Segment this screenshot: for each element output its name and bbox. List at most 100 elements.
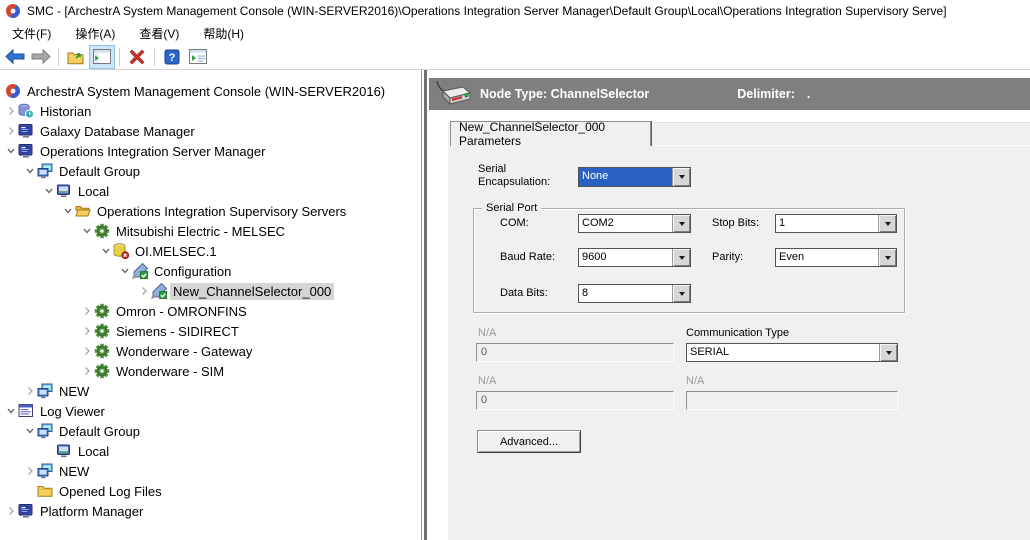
tree-item-label: NEW <box>56 463 92 480</box>
chevron-right-icon[interactable] <box>23 386 36 396</box>
tree-item-opened-log-files[interactable]: Opened Log Files <box>0 481 421 501</box>
arrow-left-icon <box>5 49 25 64</box>
monitor-icon <box>56 443 72 459</box>
tree-item-new-channelselector-000[interactable]: New_ChannelSelector_000 <box>0 281 421 301</box>
data-bits-label: Data Bits: <box>500 287 548 300</box>
config-check-icon <box>151 283 167 299</box>
monitor-app-icon <box>18 143 34 159</box>
tree-item-local[interactable]: Local <box>0 441 421 461</box>
delete-x-icon <box>129 49 145 65</box>
com-combobox[interactable]: COM2 <box>578 214 691 233</box>
toolbar: ? <box>0 44 1030 70</box>
na2-input: 0 <box>476 391 674 410</box>
tree-item-log-viewer[interactable]: Log Viewer <box>0 401 421 421</box>
baud-rate-combobox[interactable]: 9600 <box>578 248 691 267</box>
chevron-down-icon[interactable] <box>80 226 93 236</box>
tree-item-new[interactable]: NEW <box>0 461 421 481</box>
chevron-down-icon[interactable] <box>42 186 55 196</box>
menu-item-2[interactable]: 查看(V) <box>127 22 191 45</box>
forward-button[interactable] <box>28 45 54 69</box>
dropdown-arrow-icon[interactable] <box>878 249 896 266</box>
menu-item-3[interactable]: 帮助(H) <box>191 22 256 45</box>
dropdown-arrow-icon[interactable] <box>878 215 896 232</box>
gear-icon <box>94 303 110 319</box>
data-bits-combobox[interactable]: 8 <box>578 284 691 303</box>
chevron-right-icon[interactable] <box>4 506 17 516</box>
tree-item-siemens-sidirect[interactable]: Siemens - SIDIRECT <box>0 321 421 341</box>
stop-bits-value: 1 <box>776 215 878 232</box>
chevron-right-icon[interactable] <box>80 346 93 356</box>
dropdown-arrow-icon[interactable] <box>879 344 897 361</box>
tree-item-new[interactable]: NEW <box>0 381 421 401</box>
tree-item-label: New_ChannelSelector_000 <box>170 283 334 300</box>
delete-button[interactable] <box>124 45 150 69</box>
tree-item-local[interactable]: Local <box>0 181 421 201</box>
chevron-right-icon[interactable] <box>4 106 17 116</box>
chevron-down-icon[interactable] <box>61 206 74 216</box>
tab-parameters[interactable]: New_ChannelSelector_000 Parameters <box>450 121 651 146</box>
tree-item-label: Siemens - SIDIRECT <box>113 323 242 340</box>
tree-item-wonderware-gateway[interactable]: Wonderware - Gateway <box>0 341 421 361</box>
computer-group-icon <box>37 463 53 479</box>
dropdown-arrow-icon[interactable] <box>672 215 690 232</box>
chevron-down-icon[interactable] <box>4 146 17 156</box>
chevron-right-icon[interactable] <box>80 326 93 336</box>
tree-item-label: NEW <box>56 383 92 400</box>
tree-item-label: Galaxy Database Manager <box>37 123 198 140</box>
menu-item-1[interactable]: 操作(A) <box>63 22 127 45</box>
menu-item-0[interactable]: 文件(F) <box>0 22 63 45</box>
gear-icon <box>94 363 110 379</box>
tree-item-label: Historian <box>37 103 94 120</box>
communication-type-combobox[interactable]: SERIAL <box>686 343 898 362</box>
parity-combobox[interactable]: Even <box>775 248 897 267</box>
chevron-right-icon[interactable] <box>23 466 36 476</box>
tree-item-operations-integration-server-manager[interactable]: Operations Integration Server Manager <box>0 141 421 161</box>
tree-item-omron-omronfins[interactable]: Omron - OMRONFINS <box>0 301 421 321</box>
tree-item-configuration[interactable]: Configuration <box>0 261 421 281</box>
tree-item-mitsubishi-electric-melsec[interactable]: Mitsubishi Electric - MELSEC <box>0 221 421 241</box>
data-bits-value: 8 <box>579 285 672 302</box>
tree-item-operations-integration-supervisory-servers[interactable]: Operations Integration Supervisory Serve… <box>0 201 421 221</box>
help-button[interactable]: ? <box>159 45 185 69</box>
computer-group-icon <box>37 163 53 179</box>
monitor-app-icon <box>18 503 34 519</box>
tree-item-label: Operations Integration Supervisory Serve… <box>94 203 349 220</box>
tree-item-label: Wonderware - SIM <box>113 363 227 380</box>
advanced-button[interactable]: Advanced... <box>477 430 581 453</box>
arrow-right-icon <box>31 49 51 64</box>
tree-item-default-group[interactable]: Default Group <box>0 421 421 441</box>
tree-item-wonderware-sim[interactable]: Wonderware - SIM <box>0 361 421 381</box>
tree-item-platform-manager[interactable]: Platform Manager <box>0 501 421 521</box>
back-button[interactable] <box>2 45 28 69</box>
chevron-down-icon[interactable] <box>4 406 17 416</box>
chevron-down-icon[interactable] <box>23 166 36 176</box>
export-button[interactable] <box>63 45 89 69</box>
baud-rate-label: Baud Rate: <box>500 251 555 264</box>
window-list-icon <box>189 49 207 64</box>
chevron-right-icon[interactable] <box>137 286 150 296</box>
chevron-right-icon[interactable] <box>4 126 17 136</box>
tree-item-galaxy-database-manager[interactable]: Galaxy Database Manager <box>0 121 421 141</box>
serial-encapsulation-combobox[interactable]: None <box>578 167 691 187</box>
help-icon: ? <box>164 49 180 65</box>
serial-encapsulation-value: None <box>579 168 672 186</box>
dropdown-arrow-icon[interactable] <box>672 285 690 302</box>
new-window-button[interactable] <box>185 45 211 69</box>
console-tree-toggle-button[interactable] <box>89 45 115 69</box>
na1-input: 0 <box>476 343 674 362</box>
chevron-down-icon[interactable] <box>99 246 112 256</box>
stop-bits-combobox[interactable]: 1 <box>775 214 897 233</box>
tree-item-historian[interactable]: Historian <box>0 101 421 121</box>
panel-splitter[interactable] <box>421 70 429 540</box>
tree-item-default-group[interactable]: Default Group <box>0 161 421 181</box>
dropdown-arrow-icon[interactable] <box>672 249 690 266</box>
dropdown-arrow-icon[interactable] <box>672 168 690 186</box>
chevron-down-icon[interactable] <box>23 426 36 436</box>
chevron-right-icon[interactable] <box>80 366 93 376</box>
tree-item-oi-melsec-1[interactable]: OI.MELSEC.1 <box>0 241 421 261</box>
console-tree: ArchestrA System Management Console (WIN… <box>0 70 421 540</box>
tree-item-label: Operations Integration Server Manager <box>37 143 268 160</box>
chevron-down-icon[interactable] <box>118 266 131 276</box>
tree-item-archestra-system-management-console-win-server2016[interactable]: ArchestrA System Management Console (WIN… <box>0 81 421 101</box>
chevron-right-icon[interactable] <box>80 306 93 316</box>
